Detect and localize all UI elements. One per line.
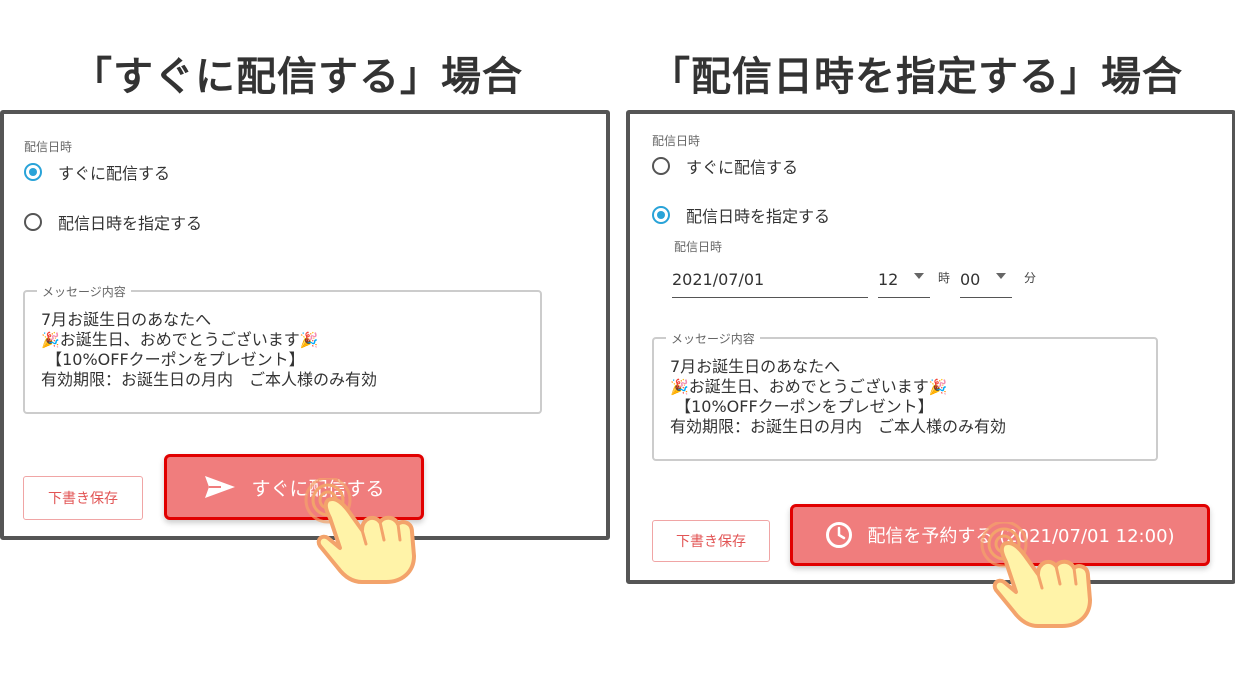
right-panel: 配信日時 すぐに配信する 配信日時を指定する 配信日時 2021/07/01 1… [626, 110, 1235, 584]
left-message-legend: メッセージ内容 [37, 283, 131, 300]
pointing-hand-icon [980, 522, 1092, 628]
right-draft-button[interactable]: 下書き保存 [652, 520, 770, 562]
message-line: お誕生日、おめでとうございます [688, 377, 929, 396]
send-icon [203, 474, 237, 500]
party-popper-icon: 🎉 [670, 378, 689, 396]
hour-value: 12 [878, 270, 899, 289]
left-option-scheduled-label: 配信日時を指定する [58, 214, 203, 233]
message-line: 【10%OFFクーポンをプレゼント】 [46, 350, 305, 369]
hour-select[interactable]: 12 [878, 266, 930, 298]
left-heading: 「すぐに配信する」場合 [72, 54, 523, 100]
caret-down-icon [996, 273, 1006, 279]
left-message-field[interactable]: メッセージ内容 7月お誕生日のあなたへ 🎉お誕生日、おめでとうございます🎉 【1… [23, 283, 542, 414]
party-popper-icon: 🎉 [928, 378, 948, 396]
radio-unchecked-icon[interactable] [24, 213, 42, 231]
hour-unit: 時 [938, 271, 951, 285]
radio-checked-icon[interactable] [24, 163, 42, 181]
right-heading: 「配信日時を指定する」場合 [650, 54, 1183, 100]
caret-down-icon [914, 273, 924, 279]
pointing-hand-icon [304, 478, 416, 584]
left-panel: 配信日時 すぐに配信する 配信日時を指定する メッセージ内容 7月お誕生日のあな… [0, 110, 610, 540]
minute-value: 00 [960, 270, 981, 289]
right-date-label: 配信日時 [652, 134, 701, 148]
message-line: お誕生日、おめでとうございます [59, 330, 300, 349]
left-option-scheduled[interactable]: 配信日時を指定する [24, 210, 202, 234]
message-line: 7月お誕生日のあなたへ [670, 357, 841, 376]
right-option-scheduled[interactable]: 配信日時を指定する [652, 203, 830, 227]
right-message-field[interactable]: メッセージ内容 7月お誕生日のあなたへ 🎉お誕生日、おめでとうございます🎉 【1… [652, 330, 1158, 461]
message-line: 7月お誕生日のあなたへ [41, 310, 212, 329]
clock-icon [825, 521, 853, 549]
radio-checked-icon[interactable] [652, 206, 670, 224]
left-option-now-label: すぐに配信する [58, 164, 171, 183]
right-option-now[interactable]: すぐに配信する [652, 154, 798, 178]
right-message-text[interactable]: 7月お誕生日のあなたへ 🎉お誕生日、おめでとうございます🎉 【10%OFFクーポ… [670, 357, 1006, 437]
minute-select[interactable]: 00 [960, 266, 1012, 298]
message-line: 有効期限：お誕生日の月内 ご本人様のみ有効 [41, 370, 378, 389]
left-option-now[interactable]: すぐに配信する [24, 160, 170, 184]
left-message-text[interactable]: 7月お誕生日のあなたへ 🎉お誕生日、おめでとうございます🎉 【10%OFFクーポ… [41, 310, 377, 390]
party-popper-icon: 🎉 [299, 331, 319, 349]
minute-unit: 分 [1024, 271, 1037, 285]
message-line: 【10%OFFクーポンをプレゼント】 [675, 397, 934, 416]
left-date-label: 配信日時 [24, 140, 73, 154]
party-popper-icon: 🎉 [41, 331, 60, 349]
radio-unchecked-icon[interactable] [652, 157, 670, 175]
date-input[interactable]: 2021/07/01 [672, 266, 868, 298]
left-draft-button[interactable]: 下書き保存 [23, 476, 143, 520]
right-option-now-label: すぐに配信する [686, 158, 799, 177]
right-sub-date-label: 配信日時 [674, 240, 723, 254]
message-line: 有効期限：お誕生日の月内 ご本人様のみ有効 [670, 417, 1007, 436]
right-option-scheduled-label: 配信日時を指定する [686, 207, 831, 226]
right-message-legend: メッセージ内容 [666, 330, 760, 347]
